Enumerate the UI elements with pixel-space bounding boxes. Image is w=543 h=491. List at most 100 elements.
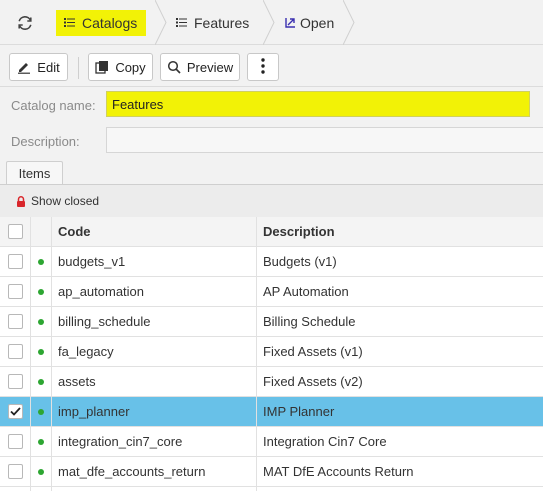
table-row[interactable]: assets Fixed Assets (v2) xyxy=(0,367,543,397)
checkmark-icon xyxy=(9,407,21,416)
status-cell xyxy=(31,337,52,366)
code-cell[interactable]: assets xyxy=(52,367,257,396)
status-cell xyxy=(31,247,52,276)
breadcrumb-label: Open xyxy=(300,14,335,31)
code-cell[interactable]: fa_legacy xyxy=(52,337,257,366)
copy-icon xyxy=(95,60,109,74)
row-select-cell[interactable] xyxy=(0,427,31,456)
status-cell xyxy=(31,367,52,396)
code-cell[interactable]: billing_schedule xyxy=(52,307,257,336)
table-row[interactable]: integration_cin7_core Integration Cin7 Co… xyxy=(0,427,543,457)
description-cell[interactable]: Integration Cin7 Core xyxy=(257,427,543,456)
breadcrumb-label: Features xyxy=(194,14,250,31)
list-icon xyxy=(176,17,187,28)
search-icon xyxy=(167,60,181,74)
edit-button-label: Edit xyxy=(37,59,60,75)
description-cell[interactable]: AP Automation xyxy=(257,277,543,306)
table-row[interactable]: ap_automation AP Automation xyxy=(0,277,543,307)
status-cell xyxy=(31,457,52,486)
pencil-icon xyxy=(17,60,31,74)
breadcrumb-separator xyxy=(343,0,355,45)
table-row[interactable]: fa_legacy Fixed Assets (v1) xyxy=(0,337,543,367)
vertical-dots-icon xyxy=(261,57,265,77)
active-status-dot xyxy=(38,438,44,445)
table-row[interactable]: budgets_v1 Budgets (v1) xyxy=(0,247,543,277)
active-status-dot xyxy=(38,288,44,295)
description-cell[interactable]: MAT DfE Accounts Return xyxy=(257,457,543,486)
description-cell[interactable]: Fixed Assets (v2) xyxy=(257,367,543,396)
copy-button[interactable]: Copy xyxy=(88,53,153,81)
row-select-cell[interactable] xyxy=(0,277,31,306)
status-header-cell xyxy=(31,217,52,246)
code-cell[interactable]: budgets_v1 xyxy=(52,247,257,276)
active-status-dot xyxy=(38,378,44,385)
breadcrumb-bar: Catalogs Features Open xyxy=(0,0,543,45)
breadcrumb-item-catalogs[interactable]: Catalogs xyxy=(56,0,146,45)
active-status-dot xyxy=(38,408,44,415)
status-cell xyxy=(31,277,52,306)
row-select-cell xyxy=(0,487,31,491)
lock-icon xyxy=(16,195,26,207)
row-checkbox[interactable] xyxy=(7,314,23,329)
row-select-cell[interactable] xyxy=(0,337,31,366)
status-cell xyxy=(31,307,52,336)
open-icon xyxy=(285,17,296,28)
breadcrumb-item-features[interactable]: Features xyxy=(176,0,249,45)
breadcrumb-separator xyxy=(155,0,167,45)
description-cell[interactable]: Fixed Assets (v1) xyxy=(257,337,543,366)
code-cell[interactable]: integration_cin7_core xyxy=(52,427,257,456)
row-select-cell[interactable] xyxy=(0,307,31,336)
show-closed-label: Show closed xyxy=(31,194,100,208)
breadcrumb-item-open[interactable]: Open xyxy=(285,0,334,45)
edit-button[interactable]: Edit xyxy=(9,53,68,81)
list-icon xyxy=(64,17,75,28)
active-status-dot xyxy=(38,258,44,265)
code-cell[interactable]: mat_dfe_accounts_return xyxy=(52,457,257,486)
description-label: Description: xyxy=(11,134,80,149)
row-select-cell[interactable] xyxy=(0,247,31,276)
status-cell xyxy=(31,397,52,426)
row-checkbox[interactable] xyxy=(7,344,23,359)
table-row[interactable]: billing_schedule Billing Schedule xyxy=(0,307,543,337)
row-select-cell[interactable] xyxy=(0,457,31,486)
select-all-cell[interactable] xyxy=(0,217,31,246)
toolbar-divider xyxy=(78,57,79,79)
show-closed-toggle[interactable]: Show closed xyxy=(0,184,543,217)
row-select-cell[interactable] xyxy=(0,367,31,396)
description-field[interactable] xyxy=(106,127,543,153)
table-row xyxy=(0,487,543,491)
breadcrumb-separator xyxy=(263,0,275,45)
row-checkbox[interactable] xyxy=(7,464,23,479)
items-grid: Code Description budgets_v1 Budgets (v1) a… xyxy=(0,217,543,491)
catalog-name-label: Catalog name: xyxy=(11,98,96,113)
row-checkbox[interactable] xyxy=(7,374,23,389)
active-status-dot xyxy=(38,468,44,475)
description-cell[interactable]: Billing Schedule xyxy=(257,307,543,336)
code-cell[interactable]: imp_planner xyxy=(52,397,257,426)
code-cell[interactable]: ap_automation xyxy=(52,277,257,306)
column-header-code[interactable]: Code xyxy=(52,217,257,246)
column-header-description[interactable]: Description xyxy=(257,217,543,246)
status-cell xyxy=(31,487,52,491)
table-row[interactable]: mat_dfe_accounts_return MAT DfE Accounts … xyxy=(0,457,543,487)
row-checkbox[interactable] xyxy=(7,284,23,299)
code-cell xyxy=(52,487,257,491)
catalog-name-field[interactable]: Features xyxy=(106,91,530,117)
breadcrumb-label: Catalogs xyxy=(82,14,138,31)
table-row[interactable]: imp_planner IMP Planner xyxy=(0,397,543,427)
copy-button-label: Copy xyxy=(115,59,146,75)
select-all-checkbox[interactable] xyxy=(7,224,23,239)
status-cell xyxy=(31,427,52,456)
refresh-icon[interactable] xyxy=(14,12,36,34)
description-cell[interactable]: IMP Planner xyxy=(257,397,543,426)
tab-items[interactable]: Items xyxy=(6,161,63,185)
active-status-dot xyxy=(38,318,44,325)
row-checkbox[interactable] xyxy=(7,254,23,269)
preview-button[interactable]: Preview xyxy=(160,53,240,81)
row-checkbox[interactable] xyxy=(7,404,23,419)
row-select-cell[interactable] xyxy=(0,397,31,426)
more-options-button[interactable] xyxy=(247,53,279,81)
preview-button-label: Preview xyxy=(186,59,234,75)
description-cell[interactable]: Budgets (v1) xyxy=(257,247,543,276)
row-checkbox[interactable] xyxy=(7,434,23,449)
